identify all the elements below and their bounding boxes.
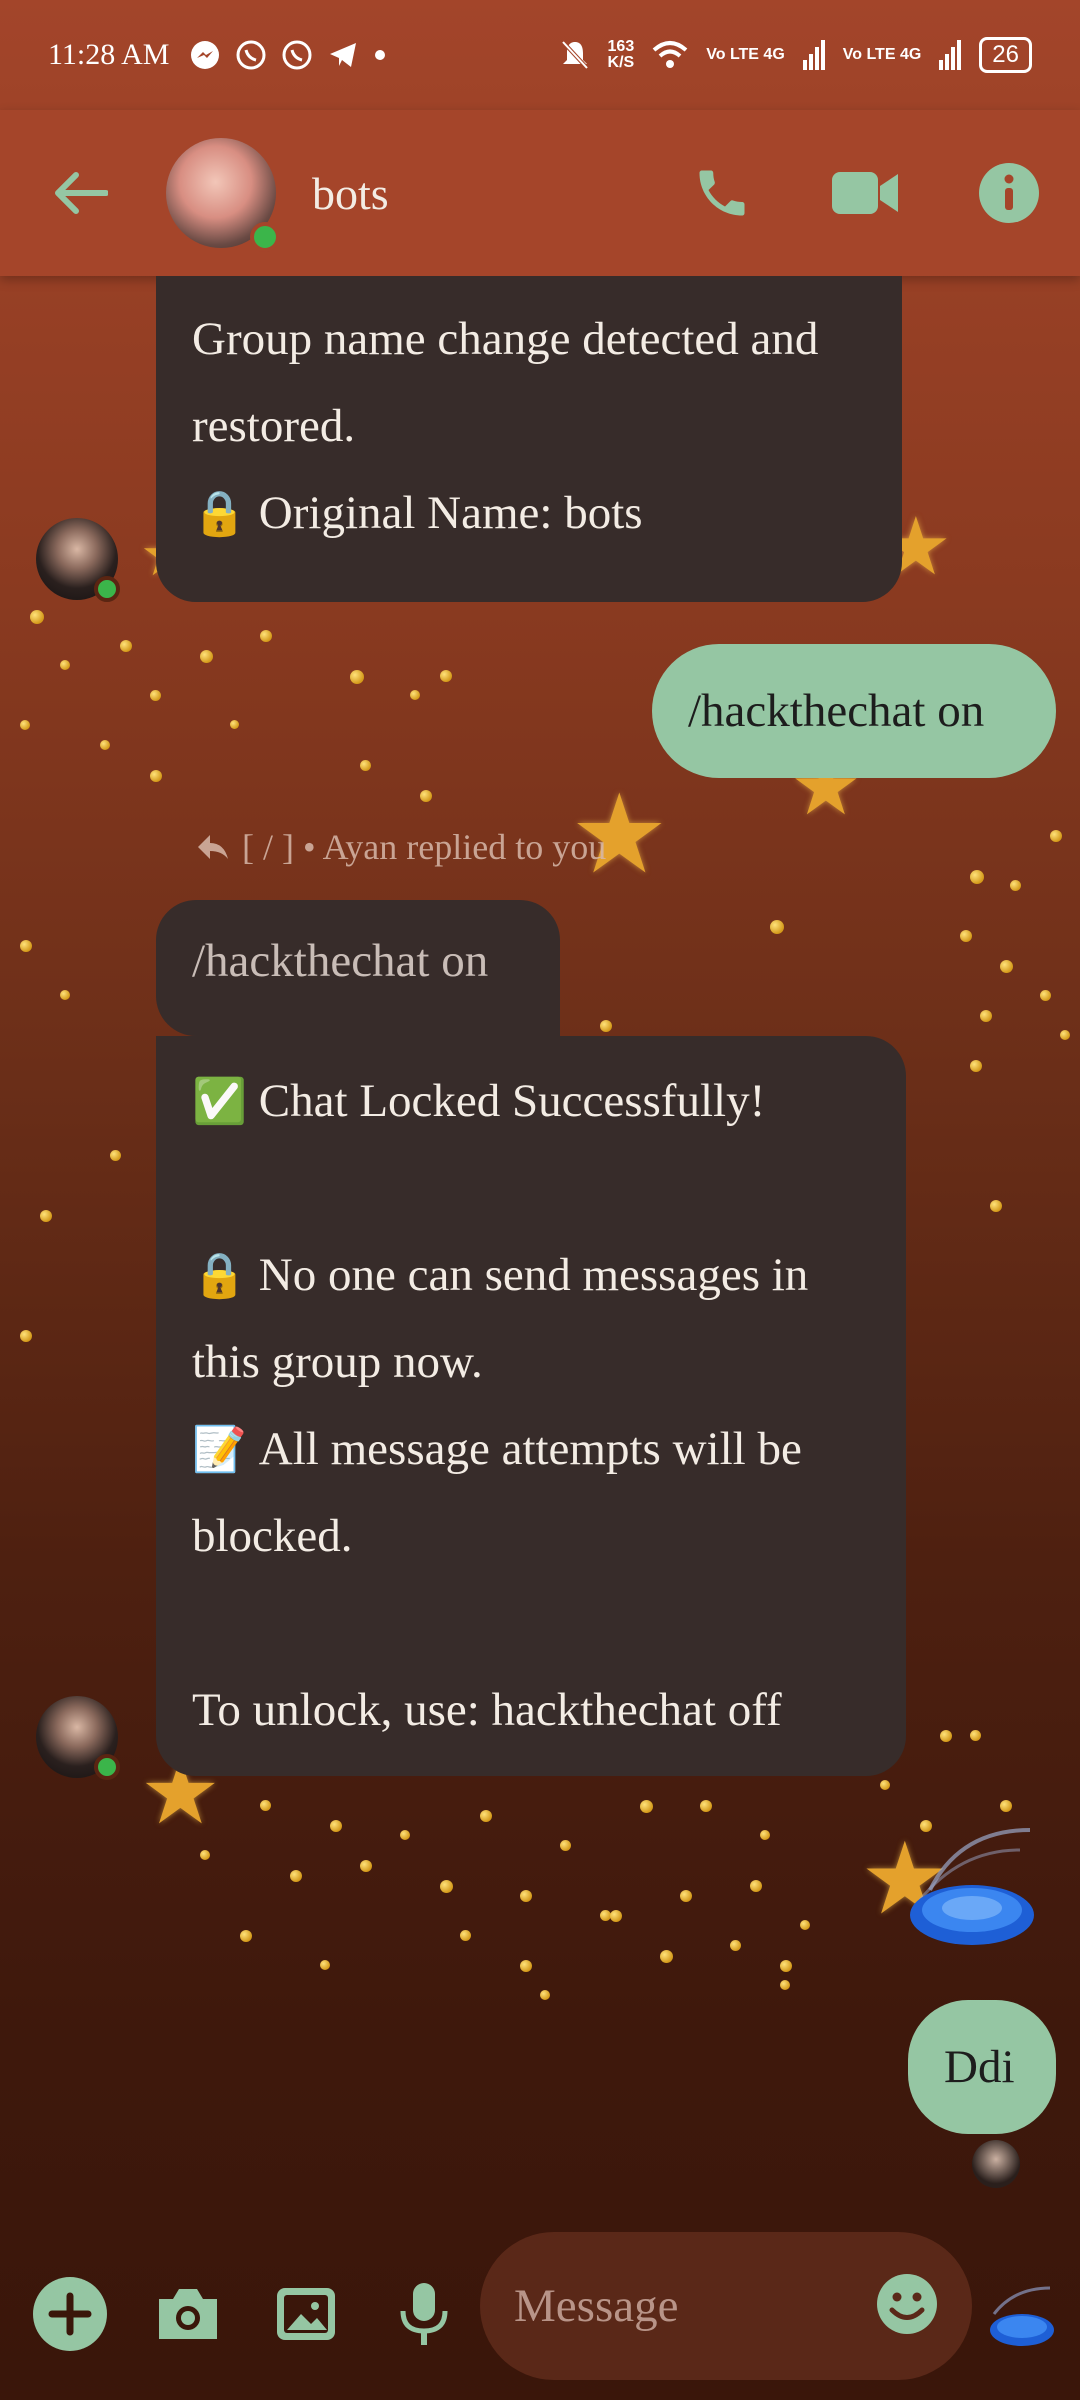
message-text-line: 🔒 No one can send messages in [192,1249,809,1301]
incoming-message[interactable]: Group name change detected and restored.… [156,276,902,602]
video-call-icon [832,172,898,214]
frisbee-icon [990,2286,1054,2346]
back-button[interactable] [40,153,120,233]
message-input-container [480,2232,972,2380]
emoji-button[interactable] [876,2273,938,2340]
chat-info-button[interactable] [978,162,1040,224]
camera-icon [159,2289,217,2339]
battery-indicator: 26 [979,37,1032,73]
reply-arrow-icon [198,835,228,859]
signal-bars-icon [802,40,825,70]
online-status-dot [250,222,280,252]
memo-icon: 📝 [192,1424,247,1475]
status-time: 11:28 AM [48,38,170,71]
network-speed: 163 K/S [607,38,635,71]
voice-message-button[interactable] [384,2274,464,2354]
gallery-icon [277,2288,335,2340]
chat-title[interactable]: bots [312,167,389,220]
microphone-icon [400,2283,448,2345]
read-receipt-avatar [972,2140,1020,2188]
whatsapp-icon [282,40,312,70]
message-text: Ddi [944,2041,1015,2093]
message-text-line: ✅ Chat Locked Successfully! [192,1075,766,1127]
reply-meta-text: [ / ] • Ayan replied to you [242,827,607,867]
lock-icon: 🔒 [192,488,247,539]
frisbee-icon [910,1828,1034,1945]
message-text: Group name change detected and [192,313,819,365]
message-text: /hackthechat on [688,685,985,737]
more-notifications-icon [375,50,386,60]
sender-avatar[interactable] [36,1696,120,1780]
quoted-text: /hackthechat on [192,935,489,987]
sim2-signal: Vo LTE 4G [842,46,922,63]
message-text: blocked. [192,1510,353,1562]
sticker-button[interactable] [984,2284,1056,2355]
message-text: To unlock, use: hackthechat off [192,1684,782,1736]
phone-icon [699,170,745,216]
wifi-icon [652,41,688,68]
system-status: 163 K/S Vo LTE 4G Vo LTE 4G 26 [560,37,1032,73]
online-status-dot [94,1754,120,1780]
gallery-button[interactable] [266,2274,346,2354]
reply-indicator: [ / ] • Ayan replied to you [196,826,606,868]
sim1-signal: Vo LTE 4G [706,46,785,63]
status-bar: 11:28 AM 163 K/S Vo LTE 4G Vo LTE 4G 26 [0,0,1080,110]
chat-header: bots [0,110,1080,276]
incoming-message[interactable]: ✅ Chat Locked Successfully! 🔒 No one can s… [156,1036,906,1776]
lock-icon: 🔒 [192,1250,247,1301]
message-text: restored. [192,400,356,452]
message-text-line: 🔒 Original Name: bots [192,487,643,539]
back-arrow-icon [55,172,108,214]
check-mark-icon: ✅ [192,1076,247,1127]
outgoing-message[interactable]: /hackthechat on [652,644,1056,778]
camera-button[interactable] [148,2274,228,2354]
notification-icons [189,39,387,71]
plus-icon [33,2277,107,2351]
chat-avatar[interactable] [166,138,280,252]
signal-bars-icon [939,40,962,70]
whatsapp-icon [236,40,266,70]
outgoing-message[interactable]: Ddi [908,2000,1056,2134]
video-call-button[interactable] [830,168,900,218]
message-input[interactable] [514,2279,854,2333]
emoji-icon [877,2273,937,2334]
add-attachment-button[interactable] [30,2274,110,2354]
messenger-icon [191,41,220,69]
info-icon [979,163,1039,223]
mute-bell-icon [561,40,589,70]
message-text: this group now. [192,1336,483,1388]
voice-call-button[interactable] [692,163,752,223]
telegram-icon [330,43,357,67]
quoted-message[interactable]: /hackthechat on [156,900,560,1036]
message-text-line: 📝 All message attempts will be [192,1423,802,1475]
online-status-dot [94,576,120,602]
sender-avatar[interactable] [36,518,120,602]
